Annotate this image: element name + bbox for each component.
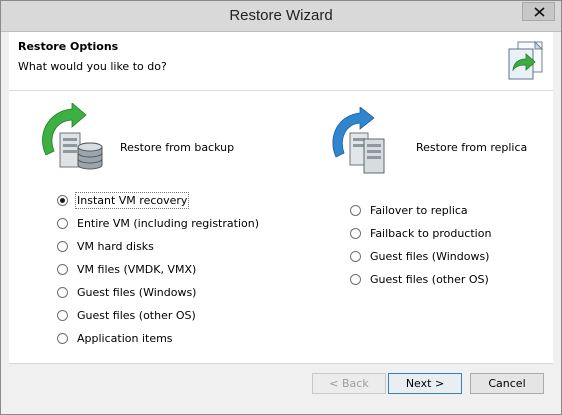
option-failback-to-production[interactable]: Failback to production	[350, 224, 491, 242]
radio-button[interactable]	[57, 240, 68, 252]
close-button[interactable]	[522, 2, 555, 21]
replica-group-label: Restore from replica	[416, 141, 528, 154]
radio-button[interactable]	[350, 250, 361, 262]
radio-button[interactable]	[57, 286, 68, 298]
option-entire-vm[interactable]: Entire VM (including registration)	[57, 214, 259, 232]
radio-button[interactable]	[57, 194, 68, 206]
option-guest-files-other-os[interactable]: Guest files (other OS)	[57, 306, 196, 324]
page-subtitle: What would you like to do?	[18, 60, 167, 73]
option-label: Failback to production	[370, 226, 492, 240]
option-label: Failover to replica	[370, 203, 468, 217]
wizard-header: Restore Options What would you like to d…	[9, 32, 553, 91]
options-panel: Restore from backup Instant VM recovery …	[9, 91, 553, 363]
option-failover-to-replica[interactable]: Failover to replica	[350, 201, 468, 219]
backup-server-icon	[42, 103, 103, 170]
option-label: Guest files (other OS)	[77, 308, 196, 322]
radio-button[interactable]	[57, 217, 68, 229]
radio-button[interactable]	[350, 227, 361, 239]
option-vm-hard-disks[interactable]: VM hard disks	[57, 237, 154, 255]
option-label: Guest files (Windows)	[77, 285, 197, 299]
back-button[interactable]: < Back	[312, 373, 386, 394]
option-label: Guest files (Windows)	[370, 249, 490, 263]
option-label: Instant VM recovery	[74, 191, 190, 209]
restore-wizard-window: Restore Wizard Restore Options What woul…	[0, 0, 562, 415]
cancel-button[interactable]: Cancel	[470, 373, 544, 394]
next-button[interactable]: Next >	[388, 373, 462, 394]
option-replica-guest-files-other-os[interactable]: Guest files (other OS)	[350, 270, 489, 288]
radio-button[interactable]	[350, 204, 361, 216]
option-vm-files[interactable]: VM files (VMDK, VMX)	[57, 260, 196, 278]
option-replica-guest-files-windows[interactable]: Guest files (Windows)	[350, 247, 489, 265]
window-title: Restore Wizard	[229, 7, 333, 24]
restore-documents-icon	[508, 40, 544, 80]
option-guest-files-windows[interactable]: Guest files (Windows)	[57, 283, 196, 301]
option-instant-vm-recovery[interactable]: Instant VM recovery	[57, 191, 190, 209]
option-label: VM hard disks	[77, 239, 154, 253]
backup-group-label: Restore from backup	[120, 141, 235, 154]
radio-button[interactable]	[57, 309, 68, 321]
option-label: Application items	[77, 331, 173, 345]
option-label: VM files (VMDK, VMX)	[77, 262, 197, 276]
page-title: Restore Options	[18, 40, 119, 53]
radio-button[interactable]	[57, 263, 68, 275]
radio-button[interactable]	[350, 273, 361, 285]
radio-button[interactable]	[57, 332, 68, 344]
option-application-items[interactable]: Application items	[57, 329, 173, 347]
replica-servers-icon	[332, 107, 385, 174]
close-icon	[534, 7, 545, 17]
option-label: Guest files (other OS)	[370, 272, 489, 286]
option-label: Entire VM (including registration)	[77, 216, 259, 230]
title-bar[interactable]: Restore Wizard	[1, 1, 561, 32]
